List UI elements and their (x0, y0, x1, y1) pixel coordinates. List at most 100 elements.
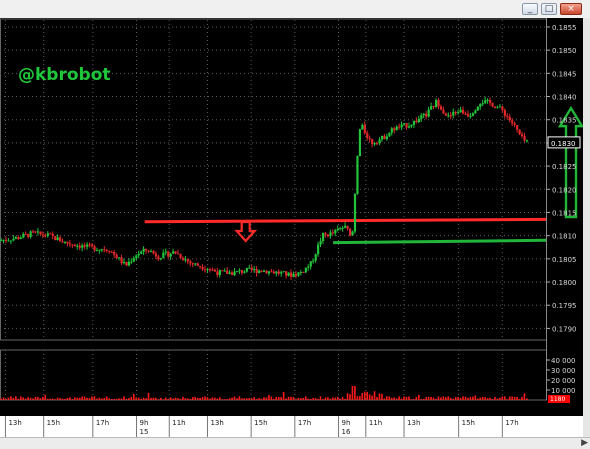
price-candles (0, 96, 529, 280)
candle-body (417, 118, 420, 123)
candle-body (12, 238, 15, 241)
candle-body (9, 240, 13, 242)
volume-bar (260, 398, 263, 400)
volume-bar (462, 396, 464, 400)
volume-bar (167, 399, 169, 400)
arrow-down-icon (234, 220, 258, 243)
candle-body (7, 240, 10, 242)
volume-bar (410, 399, 413, 400)
volume-bar (273, 398, 275, 400)
candle-body (61, 241, 64, 243)
candle-body (5, 239, 8, 241)
volume-bar (108, 398, 110, 400)
volume-bar (248, 398, 251, 400)
volume-bar (140, 398, 142, 400)
candle-body (351, 231, 354, 236)
candle-body (110, 251, 113, 253)
volume-bar (275, 397, 278, 400)
candle-body (464, 113, 467, 115)
volume-bar (91, 396, 93, 400)
volume-bar (405, 396, 408, 400)
candle-body (137, 253, 140, 256)
candle-body (88, 244, 91, 246)
volume-bar (417, 394, 420, 400)
volume-bar (287, 396, 290, 400)
candle-body (344, 225, 347, 228)
volume-bar (464, 396, 467, 400)
volume-bar (403, 396, 405, 400)
volume-bar (12, 397, 15, 400)
volume-axis: 40 000 30 000 20 000 10 0001180 (546, 357, 576, 403)
price-tick-label: 0.1795 (552, 302, 577, 310)
volume-bar (164, 397, 167, 400)
volume-bar (368, 394, 371, 400)
chart-area[interactable]: 0.1855 0.1850 0.1845 0.1840 0.1835 0.1830 0.18… (0, 18, 583, 437)
price-tick-label: 0.1815 (552, 209, 577, 217)
volume-bar (214, 397, 216, 400)
volume-bar (115, 398, 118, 400)
volume-bar (226, 399, 228, 400)
minimize-button[interactable]: _ (522, 3, 538, 15)
price-tick-label: 0.1805 (552, 256, 577, 264)
volume-bar (317, 398, 319, 400)
maximize-button[interactable]: □ (541, 3, 557, 15)
volume-bars (0, 386, 528, 400)
candle-body (307, 266, 310, 268)
volume-bar (484, 397, 486, 400)
volume-bar (135, 397, 138, 400)
volume-bar (373, 391, 376, 400)
candle-body (518, 129, 521, 135)
candle-body (525, 140, 529, 142)
time-tick-label: 15h (254, 419, 267, 427)
volume-bar (516, 396, 518, 400)
volume-bar (236, 398, 238, 400)
candle-body (371, 139, 374, 145)
scroll-right-icon[interactable]: ▶ (581, 438, 588, 448)
candle-body (302, 271, 305, 273)
volume-bar (400, 398, 403, 400)
volume-bar (69, 397, 71, 400)
volume-bar (76, 397, 79, 400)
volume-bar (39, 398, 42, 400)
close-button[interactable]: × (560, 3, 582, 15)
volume-bar (282, 392, 285, 400)
volume-bar (81, 396, 83, 400)
candle-body (516, 124, 519, 130)
volume-bar (376, 396, 378, 400)
candle-body (434, 100, 438, 107)
volume-bar (157, 399, 160, 400)
candle-body (118, 257, 121, 259)
volume-bar (32, 398, 34, 400)
volume-bar (194, 396, 196, 400)
candle-body (233, 271, 236, 276)
candle-body (336, 228, 339, 231)
candle-body (51, 233, 54, 237)
volume-bar (255, 398, 258, 400)
volume-bar (196, 397, 199, 400)
candle-body (29, 231, 32, 237)
volume-bar (37, 396, 39, 400)
price-tick-label: 0.1840 (552, 94, 577, 102)
candle-body (321, 233, 325, 242)
volume-bar (393, 397, 396, 400)
candle-body (199, 265, 202, 268)
candle-body (130, 261, 133, 263)
price-axis: 0.1855 0.1850 0.1845 0.1840 0.1835 0.1830 0.18… (546, 18, 581, 400)
candle-body (127, 261, 131, 266)
volume-bar (147, 392, 150, 400)
candle-body (243, 271, 246, 273)
volume-bar (415, 397, 418, 400)
horizontal-scrollbar[interactable]: ▶ (0, 437, 590, 449)
vertical-scrollbar[interactable] (583, 18, 590, 437)
candle-body (420, 115, 423, 119)
candle-body (184, 259, 187, 261)
candle-body (324, 233, 327, 235)
candle-body (93, 246, 96, 251)
volume-bar (383, 398, 386, 400)
volume-bar (59, 398, 61, 400)
candle-body (228, 272, 231, 274)
volume-bar (459, 398, 462, 400)
price-tick-label: 0.1790 (552, 325, 577, 333)
candle-body (95, 250, 99, 252)
volume-bar (295, 399, 297, 400)
